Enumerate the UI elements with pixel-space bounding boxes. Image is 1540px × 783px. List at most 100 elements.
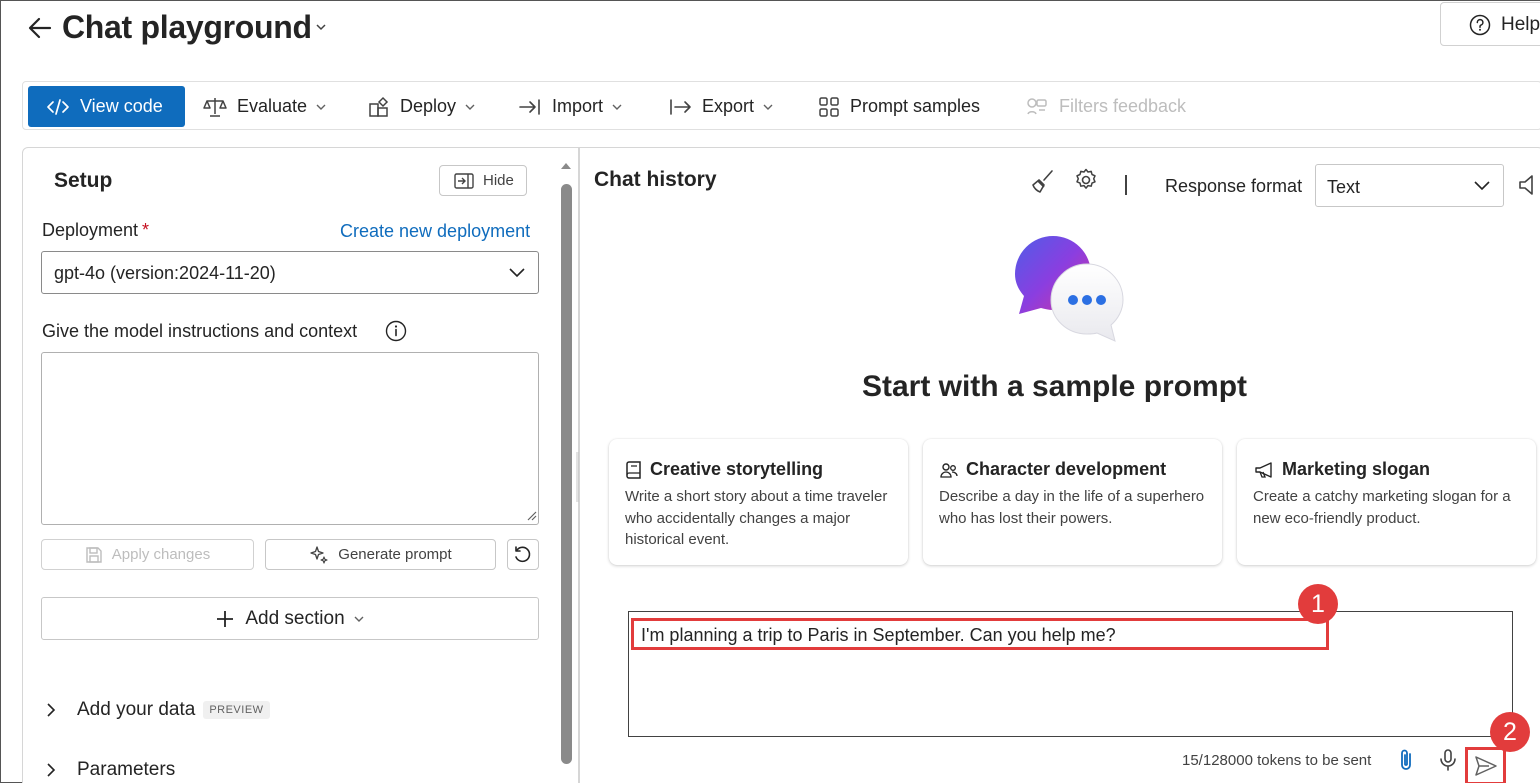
chevron-right-icon	[47, 763, 56, 777]
help-button[interactable]: Help	[1440, 2, 1540, 46]
chevron-down-icon	[1474, 181, 1490, 191]
info-icon[interactable]	[385, 320, 407, 342]
plus-icon	[217, 610, 234, 627]
sample-card-character-development[interactable]: Character development Describe a day in …	[923, 439, 1222, 565]
speaker-icon[interactable]	[1517, 173, 1539, 197]
page-header: Chat playground Help	[0, 0, 1540, 72]
deployment-select[interactable]: gpt-4o (version:2024-11-20)	[41, 251, 539, 294]
card-header: Character development	[940, 459, 1166, 480]
send-icon	[1474, 756, 1497, 776]
generate-prompt-label: Generate prompt	[338, 546, 452, 563]
save-icon	[86, 546, 102, 563]
card-header: Creative storytelling	[626, 459, 823, 480]
clear-chat-broom-icon[interactable]	[1030, 168, 1056, 194]
response-format-label: Response format	[1165, 176, 1303, 196]
evaluate-button[interactable]: Evaluate	[203, 86, 327, 127]
add-your-data-expander[interactable]: Add your data PREVIEW	[45, 699, 270, 721]
help-label: Help	[1501, 14, 1540, 35]
deploy-label: Deploy	[400, 96, 457, 116]
parameters-label: Parameters	[77, 759, 176, 780]
card-description: Describe a day in the life of a superher…	[939, 488, 1205, 527]
chat-bubbles-icon	[1015, 236, 1124, 342]
annotation-highlight-box	[631, 618, 1329, 650]
feedback-icon	[1027, 97, 1047, 114]
filters-feedback-label: Filters feedback	[1059, 96, 1187, 116]
filters-feedback-button[interactable]: Filters feedback	[1025, 86, 1186, 127]
chat-panel: Chat history Response format Text Start …	[579, 147, 1540, 783]
setup-panel: Setup Hide Deployment * Create new deploy…	[22, 147, 579, 783]
code-icon	[47, 98, 69, 115]
create-new-deployment-link[interactable]: Create new deployment	[340, 221, 530, 242]
chevron-down-icon	[612, 104, 622, 110]
send-button[interactable]	[1465, 747, 1506, 783]
scale-icon	[203, 97, 227, 117]
settings-gear-icon[interactable]	[1073, 167, 1099, 193]
sample-card-creative-storytelling[interactable]: Creative storytelling Write a short stor…	[609, 439, 908, 565]
setup-title: Setup	[54, 169, 113, 192]
deploy-button[interactable]: Deploy	[368, 86, 476, 127]
required-marker: *	[142, 220, 150, 240]
back-arrow-icon[interactable]	[26, 14, 54, 42]
page-title: Chat playground	[62, 9, 312, 45]
prompt-samples-label: Prompt samples	[850, 96, 981, 116]
evaluate-label: Evaluate	[237, 96, 308, 116]
add-section-label: Add section	[245, 607, 345, 629]
apply-changes-label: Apply changes	[111, 546, 211, 563]
book-icon	[626, 460, 641, 479]
toolbar: View code Evaluate Deploy Import Export	[22, 81, 1540, 130]
token-count: 15/128000 tokens to be sent	[1182, 752, 1372, 769]
view-code-button[interactable]: View code	[28, 86, 185, 127]
annotation-marker-1: 1	[1298, 584, 1338, 624]
card-title: Creative storytelling	[650, 459, 824, 479]
reset-icon	[515, 545, 531, 562]
grid-icon	[819, 96, 839, 117]
card-description: Write a short story about a time travele…	[625, 488, 888, 548]
reset-button[interactable]	[507, 539, 539, 570]
cube-icon	[369, 96, 389, 117]
hide-label: Hide	[483, 172, 514, 189]
add-your-data-label: Add your data	[77, 699, 196, 720]
chat-history-title: Chat history	[594, 168, 717, 191]
microphone-icon[interactable]	[1438, 748, 1458, 772]
sample-prompt-heading: Start with a sample prompt	[861, 370, 1248, 403]
attach-paperclip-icon[interactable]	[1396, 748, 1416, 772]
card-title: Character development	[966, 459, 1167, 479]
generate-prompt-button[interactable]: Generate prompt	[265, 539, 496, 570]
annotation-marker-2: 2	[1490, 712, 1530, 752]
response-format-select[interactable]: Text	[1315, 164, 1504, 207]
chevron-down-icon	[316, 104, 326, 110]
import-arrow-icon	[519, 98, 540, 115]
card-title: Marketing slogan	[1282, 459, 1431, 479]
scrollbar-thumb[interactable]	[561, 184, 572, 764]
apply-changes-button[interactable]: Apply changes	[41, 539, 254, 570]
export-button[interactable]: Export	[668, 86, 774, 127]
import-button[interactable]: Import	[518, 86, 623, 127]
help-circle-icon	[1469, 14, 1491, 36]
sample-card-marketing-slogan[interactable]: Marketing slogan Create a catchy marketi…	[1237, 439, 1536, 565]
view-code-label: View code	[80, 96, 163, 116]
export-arrow-icon	[670, 98, 691, 115]
deployment-select-value: gpt-4o (version:2024-11-20)	[54, 263, 276, 283]
chevron-down-icon[interactable]	[314, 20, 328, 34]
panel-collapse-icon	[454, 172, 474, 189]
parameters-expander[interactable]: Parameters	[45, 759, 175, 781]
deployment-label: Deployment *	[42, 220, 149, 241]
preview-badge: PREVIEW	[203, 701, 270, 719]
hide-button[interactable]: Hide	[439, 165, 527, 196]
resize-grip-icon[interactable]	[525, 509, 537, 521]
scroll-up-arrow-icon[interactable]	[560, 160, 572, 172]
chevron-right-icon	[47, 703, 56, 717]
prompt-samples-button[interactable]: Prompt samples	[818, 86, 980, 127]
megaphone-icon	[1255, 461, 1272, 478]
chevron-down-icon	[465, 104, 475, 110]
toolbar-divider	[1125, 175, 1127, 195]
instructions-textarea[interactable]	[41, 352, 539, 525]
deployment-label-text: Deployment	[42, 220, 139, 240]
export-label: Export	[702, 96, 755, 116]
chevron-down-icon	[354, 616, 364, 622]
import-label: Import	[552, 96, 604, 116]
chevron-down-icon	[509, 268, 525, 278]
card-description: Create a catchy marketing slogan for a n…	[1253, 488, 1511, 527]
add-section-button[interactable]: Add section	[41, 597, 539, 640]
people-icon	[940, 462, 958, 478]
